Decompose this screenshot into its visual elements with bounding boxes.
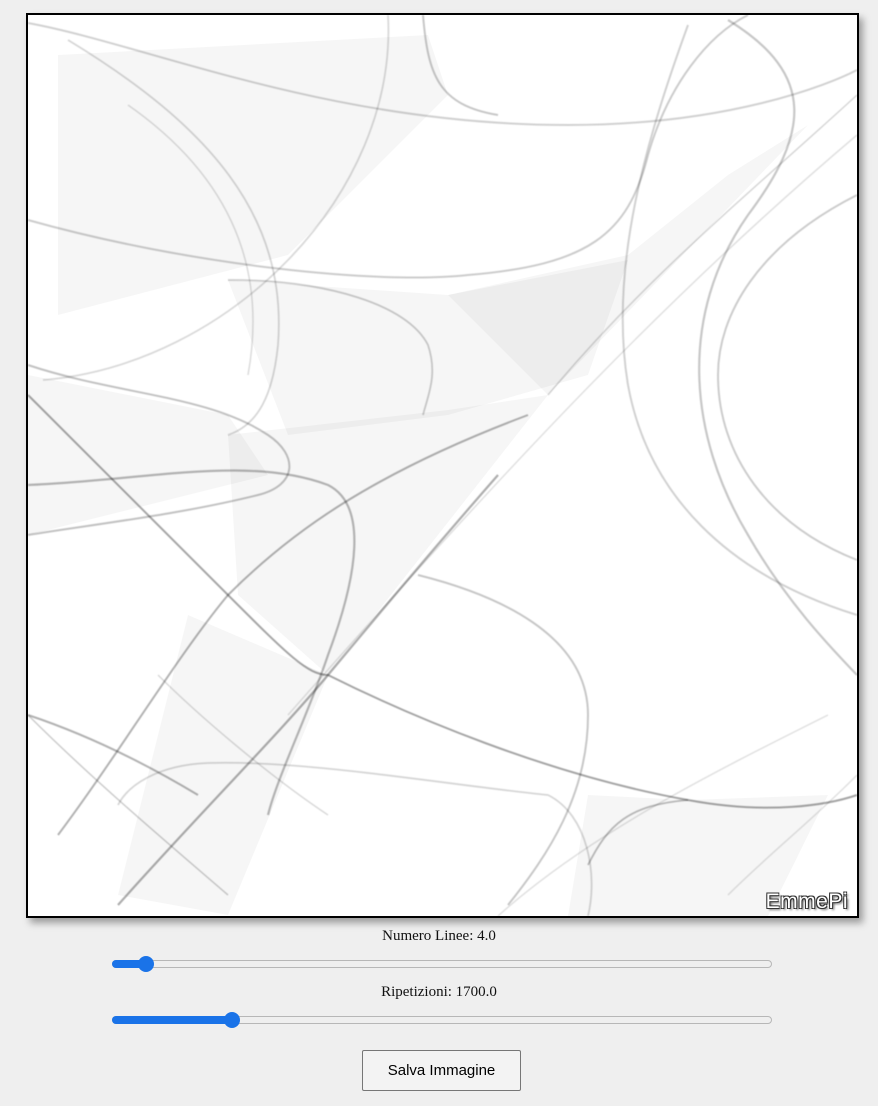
lines-slider-thumb[interactable] bbox=[138, 956, 154, 972]
artist-watermark: EmmePi bbox=[765, 890, 848, 913]
repetitions-slider[interactable] bbox=[112, 1010, 772, 1030]
lines-slider-track bbox=[112, 960, 772, 968]
lines-label: Numero Linee: 4.0 bbox=[382, 928, 496, 944]
artwork-canvas: EmmePi bbox=[26, 13, 859, 918]
repetitions-slider-thumb[interactable] bbox=[224, 1012, 240, 1028]
string-art-drawing bbox=[28, 15, 857, 916]
save-image-button[interactable]: Salva Immagine bbox=[362, 1050, 521, 1091]
repetitions-label: Ripetizioni: 1700.0 bbox=[381, 984, 497, 1000]
lines-slider[interactable] bbox=[112, 954, 772, 974]
repetitions-slider-fill bbox=[112, 1016, 232, 1024]
